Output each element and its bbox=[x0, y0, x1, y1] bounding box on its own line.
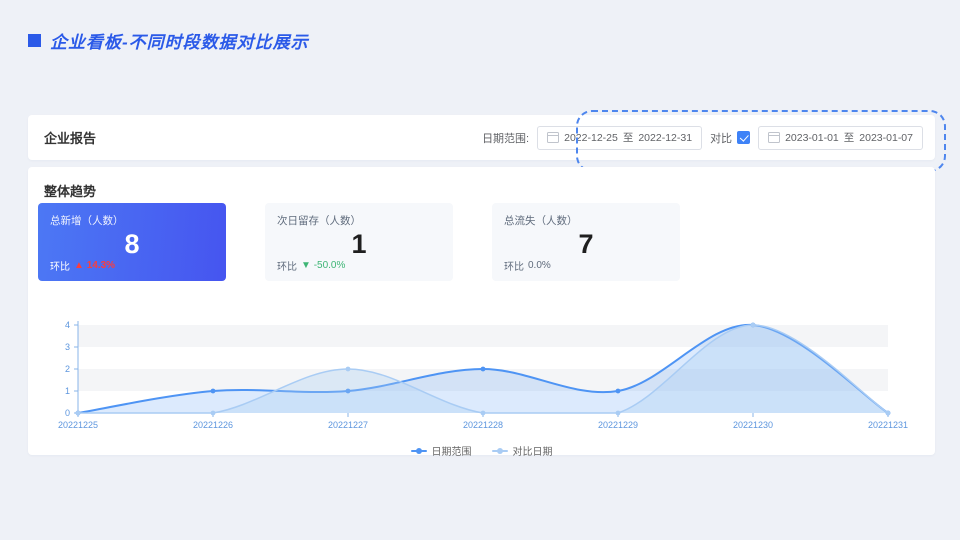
report-panel-title: 企业报告 bbox=[44, 131, 97, 146]
date-range-end: 2022-12-31 bbox=[638, 131, 693, 144]
calendar-icon bbox=[768, 132, 781, 143]
delta-up-icon: ▲ 14.3% bbox=[74, 260, 116, 271]
calendar-icon bbox=[547, 132, 560, 143]
legend-item[interactable]: 对比日期 bbox=[491, 443, 553, 458]
title-square-icon bbox=[28, 34, 41, 47]
report-panel: 企业报告 日期范围: 2022-12-25 至 2022-12-31 对比 20… bbox=[28, 115, 935, 160]
data-point bbox=[480, 410, 486, 416]
delta-down-icon: ▼ -50.0% bbox=[301, 260, 346, 271]
stat-card-next-day-retention[interactable]: 次日留存（人数） 1 环比 ▼ -50.0% bbox=[265, 203, 453, 281]
compare-range-start: 2023-01-01 bbox=[785, 131, 839, 144]
card-footer: 环比 0.0% bbox=[504, 258, 551, 273]
data-point bbox=[210, 388, 216, 394]
y-axis-label: 3 bbox=[65, 342, 70, 352]
card-value: 1 bbox=[351, 229, 367, 259]
data-point bbox=[615, 388, 621, 394]
trend-line-chart: 0 1 2 3 4 20221225 20221226 20221227 20221228 202… bbox=[42, 317, 922, 439]
data-point bbox=[480, 366, 486, 372]
x-axis-label: 20221226 bbox=[193, 420, 233, 430]
trend-panel: 整体趋势 总新增（人数） 8 环比 ▲ 14.3% 次日留存（人数） 1 环比 … bbox=[28, 167, 935, 458]
card-title: 次日留存（人数） bbox=[277, 215, 361, 227]
x-axis-label: 20221231 bbox=[868, 420, 908, 430]
data-point bbox=[75, 410, 81, 416]
trend-panel-title: 整体趋势 bbox=[44, 184, 97, 199]
legend-label: 对比日期 bbox=[512, 447, 553, 458]
card-value: 7 bbox=[578, 229, 594, 259]
chart-legend: 日期范围 对比日期 bbox=[28, 443, 935, 458]
footer-label: 环比 bbox=[504, 262, 524, 273]
y-axis-label: 1 bbox=[65, 386, 70, 396]
legend-label: 日期范围 bbox=[431, 447, 472, 458]
card-value: 8 bbox=[124, 229, 140, 259]
compare-label: 对比 bbox=[710, 132, 733, 145]
date-range-start: 2022-12-25 bbox=[564, 131, 618, 144]
data-point bbox=[885, 410, 891, 416]
x-axis-label: 20221225 bbox=[58, 420, 98, 430]
x-axis-label: 20221229 bbox=[598, 420, 638, 430]
legend-line-dot-icon bbox=[410, 447, 427, 455]
card-footer: 环比 ▲ 14.3% bbox=[50, 258, 115, 273]
legend-line-dot-icon bbox=[491, 447, 508, 455]
compare-checkbox-checked[interactable] bbox=[737, 131, 751, 144]
footer-label: 环比 bbox=[50, 262, 70, 273]
data-point bbox=[210, 410, 216, 416]
page-title: 企业看板-不同时段数据对比展示 bbox=[28, 28, 309, 53]
card-footer: 环比 ▼ -50.0% bbox=[277, 258, 345, 273]
date-range-input[interactable]: 2022-12-25 至 2022-12-31 bbox=[537, 125, 703, 150]
data-point bbox=[750, 322, 756, 328]
card-title: 总新增（人数） bbox=[50, 215, 124, 227]
x-axis-label: 20221228 bbox=[463, 420, 503, 430]
delta-value: 0.0% bbox=[528, 260, 551, 271]
data-point bbox=[345, 366, 351, 372]
y-axis-label: 4 bbox=[65, 320, 70, 330]
date-filter-controls: 日期范围: 2022-12-25 至 2022-12-31 对比 2023-01… bbox=[482, 125, 923, 150]
y-axis-label: 2 bbox=[65, 364, 70, 374]
stat-card-total-new[interactable]: 总新增（人数） 8 环比 ▲ 14.3% bbox=[38, 203, 226, 281]
legend-item[interactable]: 日期范围 bbox=[410, 443, 472, 458]
page-title-text: 企业看板-不同时段数据对比展示 bbox=[50, 33, 309, 52]
compare-range-end: 2023-01-07 bbox=[859, 131, 913, 144]
x-axis-label: 20221230 bbox=[733, 420, 773, 430]
footer-label: 环比 bbox=[277, 262, 297, 273]
stat-card-total-churn[interactable]: 总流失（人数） 7 环比 0.0% bbox=[492, 203, 680, 281]
date-range-label: 日期范围: bbox=[482, 132, 530, 145]
data-point bbox=[615, 410, 621, 416]
trend-chart-svg: 0 1 2 3 4 20221225 20221226 20221227 20221228 202… bbox=[58, 320, 908, 430]
stat-cards: 总新增（人数） 8 环比 ▲ 14.3% 次日留存（人数） 1 环比 ▼ -50… bbox=[38, 203, 680, 281]
date-range-separator: 至 bbox=[622, 132, 634, 144]
x-axis-label: 20221227 bbox=[328, 420, 368, 430]
compare-range-separator: 至 bbox=[843, 132, 855, 144]
y-axis-label: 0 bbox=[65, 408, 70, 418]
compare-date-range-input[interactable]: 2023-01-01 至 2023-01-07 bbox=[758, 125, 923, 150]
card-title: 总流失（人数） bbox=[504, 215, 578, 227]
compare-toggle: 对比 bbox=[710, 130, 751, 146]
